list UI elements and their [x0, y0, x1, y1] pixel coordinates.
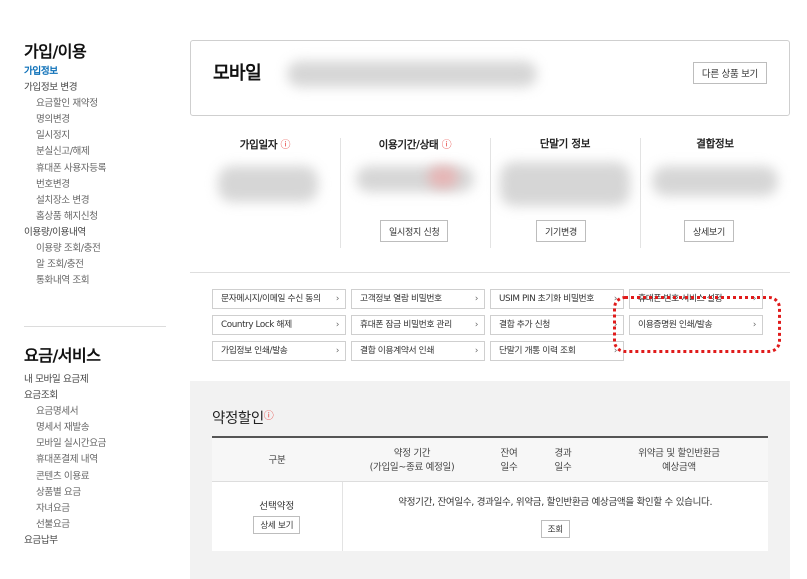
sidebar-list-billing: 내 모바일 요금제 요금조회 요금명세서 명세서 재발송 모바일 실시간요금 휴대폰결제 …	[0, 372, 175, 549]
contract-discount-table: 구분 약정 기간 (가입일~종료 예정일) 잔여 일수 경과 일수 위약금 및 할인반…	[212, 436, 768, 551]
sidebar-item[interactable]: 모바일 실시간요금	[0, 436, 175, 452]
product-title: 모바일	[213, 63, 262, 84]
lookup-button[interactable]: 조회	[540, 520, 570, 539]
col-elapsed-days: 경과 일수	[536, 437, 590, 482]
info-icon[interactable]: ⓘ	[264, 411, 274, 422]
sidebar-item[interactable]: 내 모바일 요금제	[0, 372, 175, 388]
sidebar-item[interactable]: 명세서 재발송	[0, 420, 175, 436]
sidebar-item[interactable]: 가입정보	[0, 64, 175, 80]
sidebar-item[interactable]: 자녀요금	[0, 501, 175, 517]
product-header-box: 모바일 다른 상품 보기	[190, 40, 790, 116]
suspend-request-button[interactable]: 일시정지 신청	[380, 220, 449, 242]
col-contract-period: 약정 기간 (가입일~종료 예정일)	[342, 437, 482, 482]
quick-link-customer-password[interactable]: 고객정보 열람 비밀번호 ›	[351, 289, 485, 309]
sidebar-item[interactable]: 요금납부	[0, 533, 175, 549]
other-products-button[interactable]: 다른 상품 보기	[692, 62, 767, 84]
masked-device-info	[500, 162, 630, 206]
chevron-right-icon: ›	[474, 346, 479, 356]
highlight-annotation	[613, 296, 781, 353]
sidebar-divider	[24, 326, 166, 327]
sidebar-item[interactable]: 이용량 조회/충전	[0, 241, 175, 257]
info-col-usage-status: 이용기간/상태 ⓘ 일시정지 신청	[340, 130, 490, 250]
info-col-bundle: 결합정보 상세보기	[640, 130, 790, 250]
sidebar-item[interactable]: 요금할인 재약정	[0, 96, 175, 112]
sidebar-item[interactable]: 일시정지	[0, 128, 175, 144]
sidebar-item[interactable]: 이용량/이용내역	[0, 225, 175, 241]
masked-join-date	[218, 166, 318, 202]
device-info-title: 단말기 정보	[539, 138, 591, 150]
sidebar-item[interactable]: 설치장소 변경	[0, 193, 175, 209]
row-name: 선택약정	[259, 501, 295, 513]
info-col-join-date: 가입일자 ⓘ	[190, 130, 340, 250]
quick-link-device-activation-history[interactable]: 단말기 개통 이력 조회 ›	[490, 341, 624, 361]
row-message: 약정기간, 잔여일수, 경과일수, 위약금, 할인반환금 예상금액을 확인할 수…	[398, 497, 713, 509]
sidebar: 가입/이용 가입정보 가입정보 변경 요금할인 재약정 명의변경 일시정지 분실신고/해제…	[0, 0, 175, 579]
chevron-right-icon: ›	[474, 294, 479, 304]
masked-status-badge	[428, 166, 458, 188]
sidebar-section-title-billing: 요금/서비스	[24, 346, 101, 365]
quick-links: 문자메시지/이메일 수신 동의 › 고객정보 열람 비밀번호 › USIM PIN …	[190, 272, 790, 370]
sidebar-item[interactable]: 휴대폰 사용자등록	[0, 161, 175, 177]
quick-link-bundle-contract-print[interactable]: 결합 이용계약서 인쇄 ›	[351, 341, 485, 361]
chevron-right-icon: ›	[474, 320, 479, 330]
table-header-row: 구분 약정 기간 (가입일~종료 예정일) 잔여 일수 경과 일수 위약금 및 할인반…	[212, 437, 768, 482]
sidebar-section-title-subscription: 가입/이용	[24, 42, 87, 61]
quick-link-usim-pin[interactable]: USIM PIN 초기화 비밀번호 ›	[490, 289, 624, 309]
contract-discount-panel: 약정할인ⓘ 구분 약정 기간 (가입일~종료 예정일) 잔여 일수 경과 일수 위약금…	[190, 381, 790, 579]
usage-status-title: 이용기간/상태	[378, 139, 439, 151]
info-col-device: 단말기 정보 기기변경	[490, 130, 640, 250]
chevron-right-icon: ›	[335, 294, 340, 304]
masked-bundle-info	[652, 166, 778, 196]
chevron-right-icon: ›	[335, 320, 340, 330]
sidebar-item[interactable]: 알 조회/충전	[0, 257, 175, 273]
info-icon[interactable]: ⓘ	[442, 140, 452, 151]
main-content: 모바일 다른 상품 보기 가입일자 ⓘ 이용기간/상태 ⓘ 일시정지 신청 단말…	[190, 0, 807, 579]
sidebar-list-subscription: 가입정보 가입정보 변경 요금할인 재약정 명의변경 일시정지 분실신고/해제 휴대폰 사용…	[0, 64, 175, 289]
col-remaining-days: 잔여 일수	[482, 437, 536, 482]
contract-discount-title: 약정할인	[212, 411, 264, 427]
col-category: 구분	[212, 437, 342, 482]
col-penalty-estimate: 위약금 및 할인반환금 예상금액	[590, 437, 768, 482]
quick-link-phone-lock-password[interactable]: 휴대폰 잠금 비밀번호 관리 ›	[351, 315, 485, 335]
join-date-title: 가입일자	[239, 139, 278, 151]
masked-phone-number	[287, 61, 537, 87]
quick-link-country-lock[interactable]: Country Lock 해제 ›	[212, 315, 346, 335]
quick-link-sms-email-consent[interactable]: 문자메시지/이메일 수신 동의 ›	[212, 289, 346, 309]
sidebar-item[interactable]: 요금조회	[0, 388, 175, 404]
sidebar-item[interactable]: 선불요금	[0, 517, 175, 533]
sidebar-item[interactable]: 홈상품 해지신청	[0, 209, 175, 225]
quick-link-subscription-print[interactable]: 가입정보 인쇄/발송 ›	[212, 341, 346, 361]
detail-view-button[interactable]: 상세 보기	[253, 516, 301, 535]
sidebar-item[interactable]: 명의변경	[0, 112, 175, 128]
bundle-info-title: 결합정보	[696, 138, 734, 150]
sidebar-item[interactable]: 번호변경	[0, 177, 175, 193]
sidebar-item[interactable]: 상품별 요금	[0, 485, 175, 501]
info-icon[interactable]: ⓘ	[281, 140, 291, 151]
subscription-info: 가입일자 ⓘ 이용기간/상태 ⓘ 일시정지 신청 단말기 정보 기기변경 결합정…	[190, 130, 790, 250]
table-row: 선택약정 상세 보기 약정기간, 잔여일수, 경과일수, 위약금, 할인반환금 …	[212, 481, 768, 551]
sidebar-item[interactable]: 분실신고/해제	[0, 144, 175, 160]
quick-link-bundle-add[interactable]: 결합 추가 신청 ›	[490, 315, 624, 335]
sidebar-item[interactable]: 콘텐츠 이용료	[0, 469, 175, 485]
bundle-detail-button[interactable]: 상세보기	[684, 220, 734, 242]
sidebar-item[interactable]: 요금명세서	[0, 404, 175, 420]
sidebar-item[interactable]: 통화내역 조회	[0, 273, 175, 289]
sidebar-item[interactable]: 가입정보 변경	[0, 80, 175, 96]
device-change-button[interactable]: 기기변경	[536, 220, 586, 242]
sidebar-item[interactable]: 휴대폰결제 내역	[0, 452, 175, 468]
chevron-right-icon: ›	[335, 346, 340, 356]
